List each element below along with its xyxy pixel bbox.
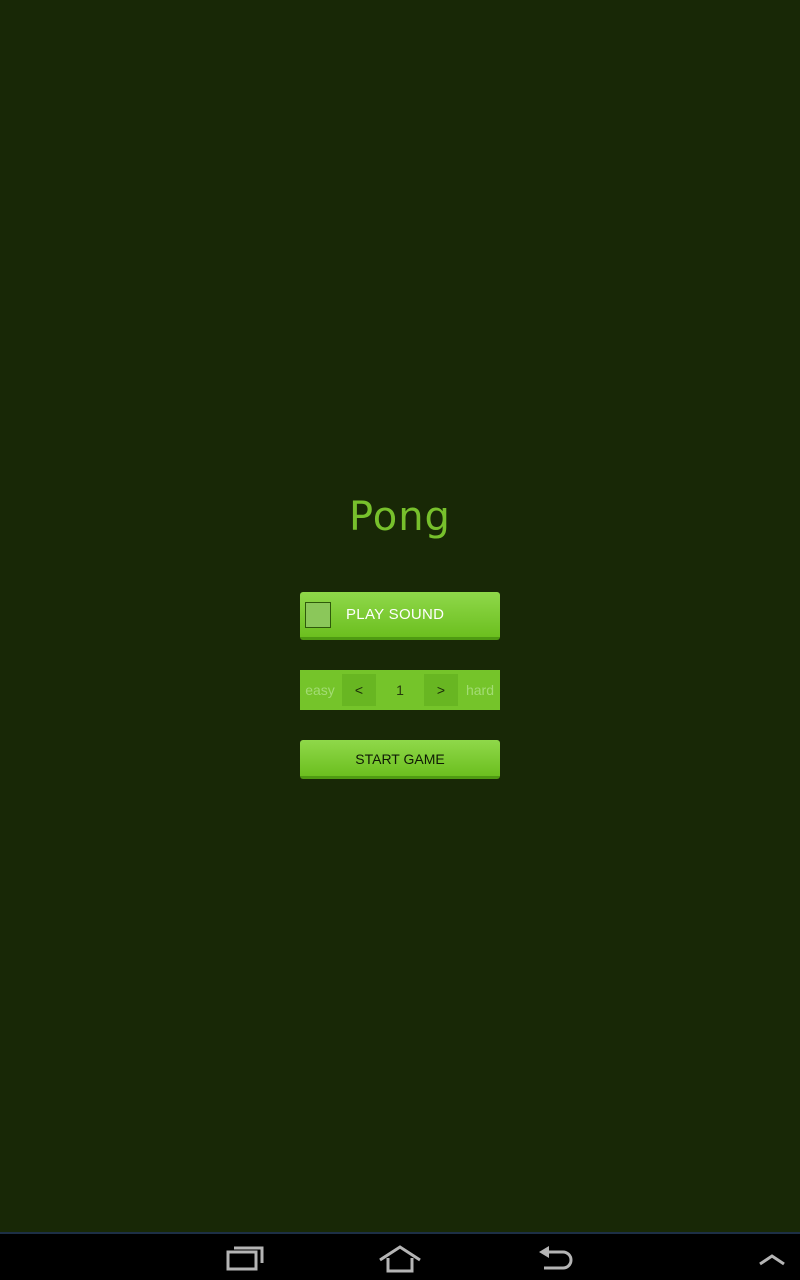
system-navigation-bar <box>0 1232 800 1280</box>
back-icon[interactable] <box>525 1238 585 1278</box>
difficulty-value: 1 <box>396 682 404 698</box>
difficulty-decrease-button[interactable]: < <box>342 674 376 706</box>
difficulty-max-label: hard <box>465 682 495 698</box>
sound-checkbox[interactable] <box>305 601 331 628</box>
game-menu-screen: Pong PLAY SOUND easy < 1 > hard START GA… <box>0 0 800 1280</box>
home-icon[interactable] <box>370 1238 430 1278</box>
play-sound-toggle[interactable]: PLAY SOUND <box>300 592 500 640</box>
difficulty-increase-button[interactable]: > <box>424 674 458 706</box>
play-sound-label: PLAY SOUND <box>346 606 445 623</box>
difficulty-selector: easy < 1 > hard <box>300 670 500 710</box>
difficulty-min-label: easy <box>305 682 335 698</box>
app-title: Pong <box>349 494 451 540</box>
start-game-button[interactable]: START GAME <box>300 740 500 779</box>
menu-up-icon[interactable] <box>740 1238 800 1278</box>
recent-apps-icon[interactable] <box>215 1238 275 1278</box>
